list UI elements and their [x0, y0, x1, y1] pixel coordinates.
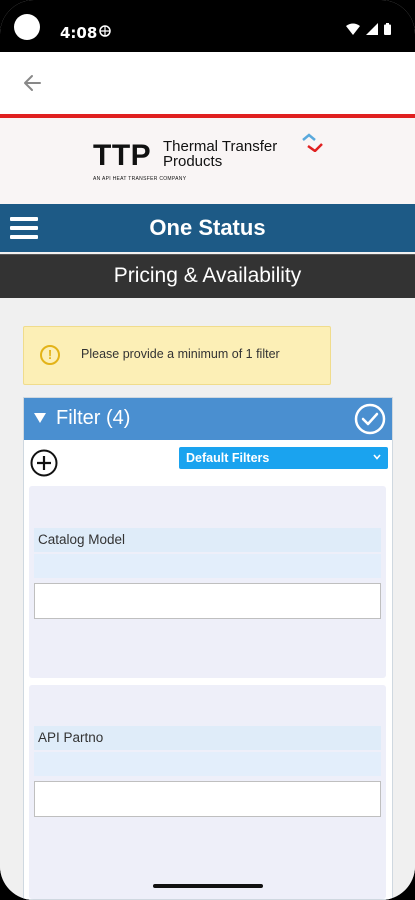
- logo-name-line2: Products: [163, 153, 223, 170]
- camera-cutout: [14, 14, 40, 40]
- filter-title: Filter (4): [56, 407, 131, 429]
- wifi-icon: [346, 23, 360, 35]
- logo-company-name: Thermal Transfer Products: [163, 139, 277, 169]
- catalog-model-input[interactable]: [34, 583, 381, 619]
- home-indicator[interactable]: [153, 884, 263, 888]
- filter-panel: Filter (4) Default Filters Catalog Model…: [23, 397, 393, 900]
- back-arrow-icon[interactable]: [20, 70, 46, 96]
- field-label: Catalog Model: [38, 532, 126, 547]
- filter-header[interactable]: Filter (4): [24, 398, 392, 440]
- status-time: 4:08: [60, 24, 98, 42]
- field-label-row: Catalog Model: [34, 528, 381, 552]
- page-header: Pricing & Availability: [0, 254, 415, 299]
- logo-chevron-icon: [302, 133, 323, 152]
- phone-screen: 4:08 TTP Thermal Transfer Products AN AP…: [0, 0, 415, 900]
- api-partno-input[interactable]: [34, 781, 381, 817]
- dropdown-selected-value: Default Filters: [186, 451, 270, 465]
- warning-notice: ! Please provide a minimum of 1 filter: [23, 326, 331, 385]
- field-label-strip: [34, 752, 381, 776]
- logo-name-line1: Thermal Transfer: [163, 138, 278, 155]
- logo-abbreviation: TTP: [93, 139, 152, 172]
- field-label-strip: [34, 554, 381, 578]
- page-title: Pricing & Availability: [113, 264, 302, 287]
- notice-text: Please provide a minimum of 1 filter: [81, 347, 280, 361]
- chevron-down-icon: [373, 454, 381, 460]
- nav-title: One Status: [149, 215, 266, 240]
- status-bar: 4:08: [0, 0, 415, 52]
- logo-tagline: AN API HEAT TRANSFER COMPANY: [93, 176, 187, 182]
- filter-preset-dropdown[interactable]: Default Filters: [179, 447, 388, 469]
- filter-field-api-partno: API Partno: [29, 685, 386, 899]
- app-bar: [0, 52, 415, 114]
- signal-icon: [366, 23, 378, 35]
- collapse-caret-icon[interactable]: [34, 413, 46, 423]
- field-label-row: API Partno: [34, 726, 381, 750]
- filter-field-catalog-model: Catalog Model: [29, 486, 386, 678]
- apply-check-icon[interactable]: [354, 403, 386, 435]
- field-label: API Partno: [38, 730, 104, 745]
- battery-icon: [384, 23, 391, 35]
- vpn-icon: [99, 25, 111, 40]
- add-filter-icon[interactable]: [30, 449, 58, 477]
- system-icons: [346, 23, 391, 35]
- nav-bar: One Status: [0, 204, 415, 252]
- warning-icon: !: [40, 345, 60, 365]
